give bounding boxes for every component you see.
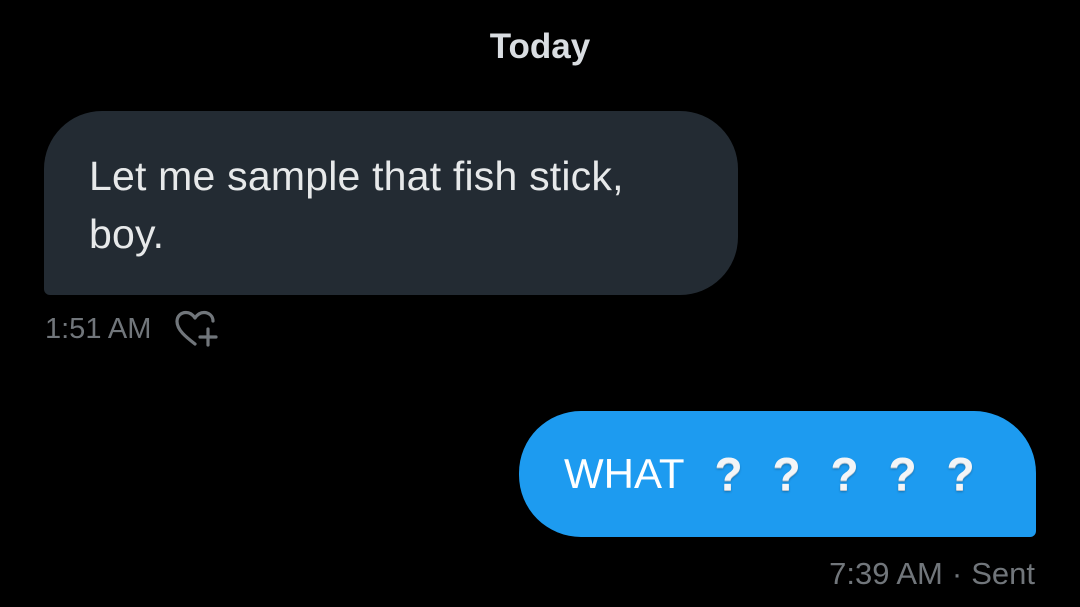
white-question-mark-emoji: ? (946, 448, 975, 500)
heart-plus-icon (175, 310, 219, 347)
sent-message-bubble[interactable]: WHAT ? ? ? ? ? (519, 411, 1036, 537)
meta-separator: · (951, 556, 963, 591)
white-question-mark-emoji: ? (714, 448, 743, 500)
received-message-meta: 1:51 AM (45, 309, 222, 349)
white-question-mark-emoji: ? (772, 448, 801, 500)
white-question-mark-emoji: ? (830, 448, 859, 500)
add-reaction-button[interactable] (174, 309, 222, 349)
message-text: Let me sample that fish stick, boy. (89, 153, 624, 257)
message-timestamp: 7:39 AM (829, 556, 943, 591)
white-question-mark-emoji: ? (888, 448, 917, 500)
question-emoji-row: ? ? ? ? ? (705, 447, 985, 501)
sent-message-meta: 7:39 AM · Sent (829, 554, 1035, 594)
received-message-bubble[interactable]: Let me sample that fish stick, boy. (44, 111, 738, 295)
message-text: WHAT (564, 450, 685, 497)
date-divider: Today (489, 27, 591, 66)
message-timestamp: 1:51 AM (45, 312, 152, 345)
delivery-status: Sent (971, 556, 1035, 591)
